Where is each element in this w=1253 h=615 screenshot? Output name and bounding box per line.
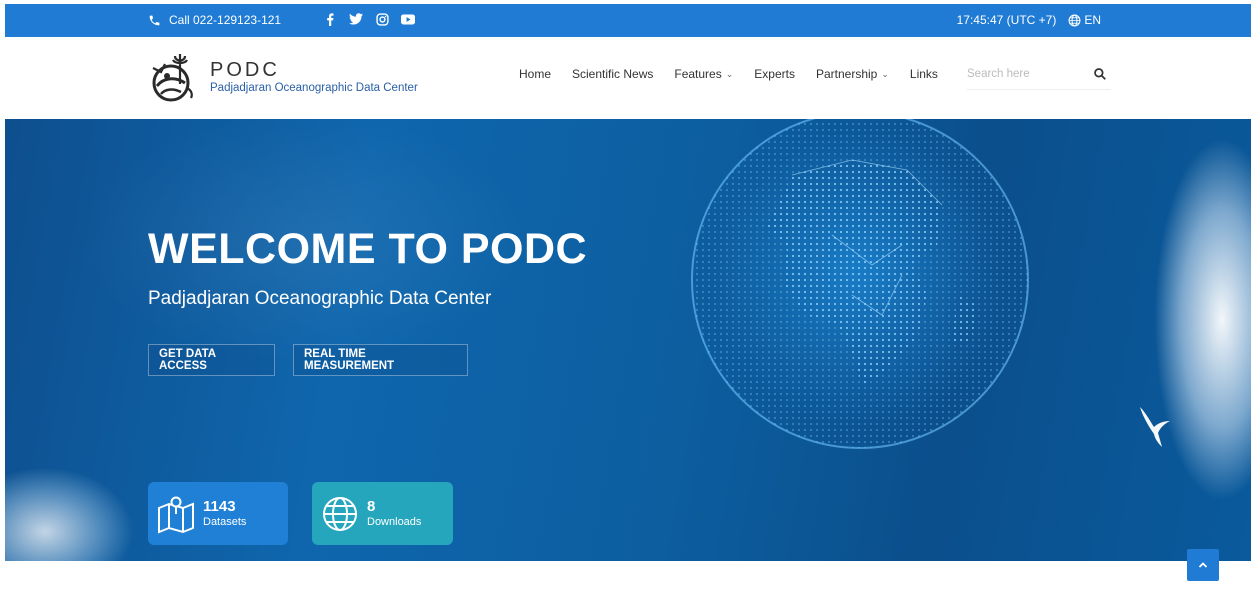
nav-label: Links	[909, 67, 938, 81]
nav-label: Features	[674, 67, 722, 81]
datasets-label: Datasets	[203, 515, 247, 528]
nav-label: Experts	[754, 67, 795, 81]
nav-label: Home	[519, 67, 552, 81]
nav-label: Scientific News	[572, 67, 654, 81]
downloads-stat-text: 8 Downloads	[367, 498, 421, 530]
nav-experts[interactable]: Experts	[754, 67, 795, 81]
facebook-icon[interactable]	[323, 12, 337, 26]
search-icon[interactable]	[1093, 67, 1107, 81]
chevron-down-icon: ⌄	[881, 68, 889, 79]
globe-icon	[1068, 14, 1081, 26]
youtube-icon[interactable]	[401, 12, 415, 26]
nav-links[interactable]: Links	[910, 67, 938, 81]
language-label: EN	[1084, 13, 1101, 27]
datasets-stat-text: 1143 Datasets	[203, 498, 246, 530]
hero-title: WELCOME TO PODC	[148, 225, 588, 273]
twitter-icon[interactable]	[349, 12, 363, 26]
map-pin-icon	[158, 496, 194, 533]
hero-banner: WELCOME TO PODC Padjadjaran Oceanographi…	[5, 119, 1251, 561]
real-time-measurement-button[interactable]: REAL TIME MEASUREMENT	[293, 344, 468, 376]
globe-icon	[323, 496, 357, 531]
nav-home[interactable]: Home	[519, 67, 551, 81]
instagram-icon[interactable]	[375, 12, 389, 26]
nav-scientific-news[interactable]: Scientific News	[572, 67, 653, 81]
scroll-to-top-button[interactable]	[1187, 549, 1219, 581]
seagull-image	[1140, 407, 1170, 447]
downloads-label: Downloads	[367, 515, 422, 528]
downloads-stat-card[interactable]: 8 Downloads	[312, 482, 453, 545]
nav-partnership[interactable]: Partnership ⌄	[816, 67, 889, 81]
datasets-stat-card[interactable]: 1143 Datasets	[148, 482, 288, 545]
main-nav: Home Scientific News Features ⌄ Experts P…	[519, 67, 938, 81]
ocean-foam-right	[1061, 119, 1251, 561]
call-link[interactable]: Call 022-129123-121	[148, 13, 281, 27]
datasets-count: 1143	[203, 497, 236, 515]
chevron-down-icon: ⌄	[725, 68, 734, 79]
chevron-up-icon	[1198, 562, 1208, 568]
digital-globe-image	[691, 119, 1029, 449]
downloads-count: 8	[367, 497, 376, 515]
get-data-access-button[interactable]: GET DATA ACCESS	[148, 344, 275, 376]
hero-subtitle: Padjadjaran Oceanographic Data Center	[148, 288, 492, 309]
social-links	[323, 12, 415, 26]
button-label: GET DATA ACCESS	[159, 348, 216, 372]
site-header: PODC Padjadjaran Oceanographic Data Cent…	[5, 37, 1251, 119]
top-bar-right: 17:45:47 (UTC +7) EN	[957, 13, 1101, 27]
nav-label: Partnership	[815, 67, 878, 81]
call-label: Call 022-129123-121	[169, 13, 282, 27]
page: Call 022-129123-121 17:45:47 (UTC +7) EN	[0, 0, 1253, 615]
nav-features[interactable]: Features ⌄	[674, 67, 733, 81]
button-label: REAL TIME MEASUREMENT	[304, 348, 395, 372]
ocean-foam-left	[5, 421, 165, 561]
search-input[interactable]	[967, 62, 1087, 86]
search-box	[967, 62, 1111, 90]
podc-logo-icon[interactable]	[147, 50, 199, 106]
top-bar: Call 022-129123-121 17:45:47 (UTC +7) EN	[5, 4, 1251, 37]
language-switcher[interactable]: EN	[1068, 13, 1101, 27]
phone-icon	[149, 15, 160, 25]
clock: 17:45:47 (UTC +7)	[956, 13, 1057, 27]
logo-subtitle: Padjadjaran Oceanographic Data Center	[210, 82, 418, 94]
logo-title[interactable]: PODC	[210, 59, 280, 82]
